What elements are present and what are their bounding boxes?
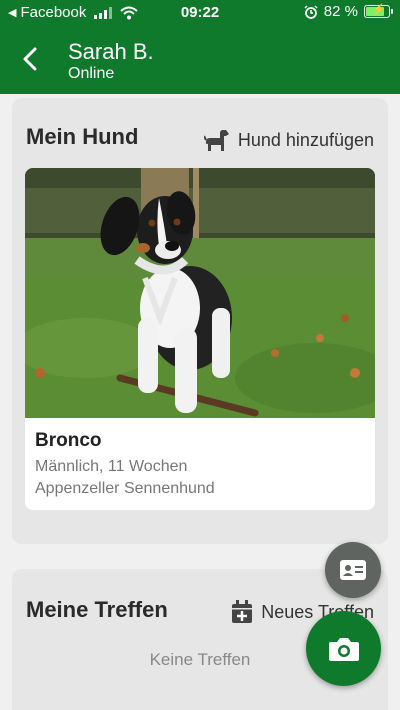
status-bar: ◀ Facebook 09:22 82 % ⚡ [0, 0, 400, 26]
alarm-icon [304, 4, 318, 19]
back-chevron-icon[interactable] [18, 46, 44, 72]
camera-icon [328, 637, 359, 661]
dog-icon [203, 130, 229, 151]
profile-name[interactable]: Sarah B. [68, 39, 154, 65]
add-dog-button[interactable]: Hund hinzufügen [203, 128, 374, 152]
online-status: Online [68, 65, 115, 82]
my-meetings-title: Meine Treffen [26, 597, 168, 622]
battery-charging-icon: ⚡ [364, 4, 393, 18]
dog-name: Bronco [35, 430, 102, 451]
dog-breed: Appenzeller Sennenhund [35, 480, 215, 497]
calendar-add-icon [232, 600, 253, 623]
camera-button[interactable] [306, 611, 381, 686]
dog-photo [25, 168, 375, 418]
my-dog-card: Mein Hund Hund hinzufügen Bronco Männlic… [12, 98, 388, 544]
contact-card-button[interactable] [325, 542, 381, 598]
dog-details: Männlich, 11 Wochen [35, 458, 188, 475]
battery-percent: 82 % [323, 3, 358, 20]
my-dog-title: Mein Hund [26, 124, 139, 149]
add-dog-label: Hund hinzufügen [237, 129, 374, 150]
contact-card-icon [340, 560, 366, 580]
dog-profile-card[interactable]: Bronco Männlich, 11 Wochen Appenzeller S… [25, 168, 375, 510]
chat-header: Sarah B. Online [0, 26, 400, 94]
